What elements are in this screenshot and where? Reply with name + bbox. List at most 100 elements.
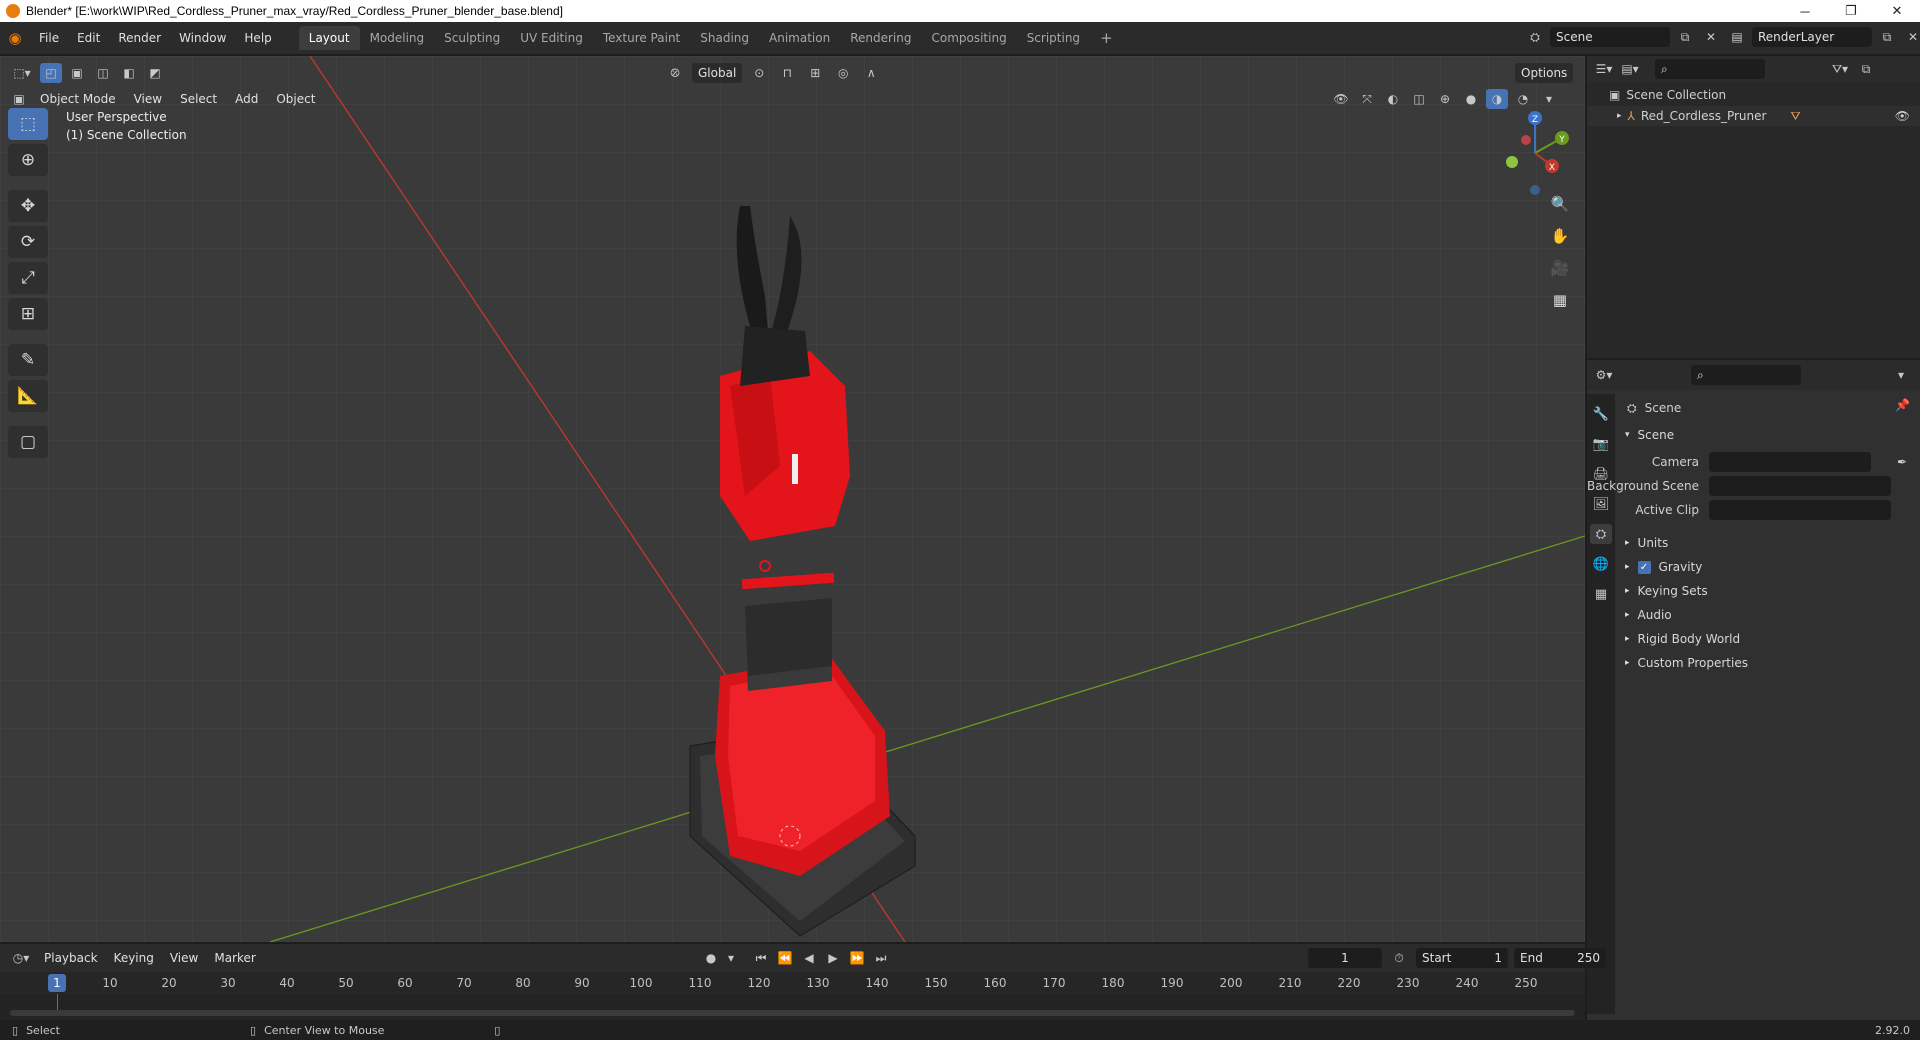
display-mode-icon[interactable]: ▤▾ xyxy=(1619,59,1641,79)
ortho-toggle-icon[interactable]: ▦ xyxy=(1546,288,1574,312)
timeline-ruler[interactable]: 1 10 20 30 40 50 60 70 80 90 100 110 120… xyxy=(0,972,1585,994)
visibility-icon[interactable]: 👁 xyxy=(1330,89,1352,109)
active-clip-field[interactable] xyxy=(1709,500,1891,520)
tab-rendering[interactable]: Rendering xyxy=(840,26,921,50)
rotate-tool-icon[interactable]: ⟳ xyxy=(8,226,48,258)
pan-hand-icon[interactable]: ✋ xyxy=(1546,224,1574,248)
camera-view-icon[interactable]: 🎥 xyxy=(1546,256,1574,280)
properties-options-icon[interactable]: ▾ xyxy=(1890,365,1912,385)
gizmo-toggle-icon[interactable]: ⤧ xyxy=(1356,89,1378,109)
tool-tab-icon[interactable]: 🔧 xyxy=(1590,404,1612,424)
remove-renderlayer-icon[interactable]: ✕ xyxy=(1902,27,1920,47)
scene-icon[interactable]: ⛭ xyxy=(1524,27,1546,47)
select-mode-new-icon[interactable]: ▣ xyxy=(66,63,88,83)
options-dropdown[interactable]: Options xyxy=(1515,63,1574,83)
end-frame-field[interactable]: End 250 xyxy=(1514,948,1606,968)
select-box-icon[interactable]: ◰ xyxy=(40,63,62,83)
restore-button[interactable]: ❐ xyxy=(1828,0,1874,22)
xray-toggle-icon[interactable]: ◫ xyxy=(1408,89,1430,109)
scene-panel-header[interactable]: ▾ Scene xyxy=(1625,424,1674,446)
view-menu[interactable]: View xyxy=(126,88,170,110)
timeline-view-menu[interactable]: View xyxy=(162,947,206,969)
object-mode-icon[interactable]: ▣ xyxy=(8,89,30,109)
current-frame-field[interactable]: 1 xyxy=(1308,948,1382,968)
tab-scripting[interactable]: Scripting xyxy=(1017,26,1090,50)
camera-field[interactable] xyxy=(1709,452,1871,472)
menu-render[interactable]: Render xyxy=(109,26,170,50)
minimize-button[interactable]: ─ xyxy=(1782,0,1828,22)
solid-shading-icon[interactable]: ● xyxy=(1460,89,1482,109)
properties-search-icon[interactable]: ⌕ xyxy=(1691,365,1801,385)
auto-keying-icon[interactable]: ● xyxy=(700,948,722,968)
transform-tool-icon[interactable]: ⊞ xyxy=(8,298,48,330)
tab-layout[interactable]: Layout xyxy=(298,26,360,50)
background-scene-field[interactable] xyxy=(1709,476,1891,496)
eyedropper-icon[interactable]: ✒ xyxy=(1897,455,1907,469)
outliner-item-red-cordless-pruner[interactable]: Red_Cordless_Pruner xyxy=(1641,109,1767,123)
add-workspace-button[interactable]: + xyxy=(1090,26,1123,50)
red-cordless-pruner-model[interactable] xyxy=(660,136,920,942)
outliner-editor-type-icon[interactable]: ☰▾ xyxy=(1593,59,1615,79)
snap-icon[interactable]: ⊓ xyxy=(776,63,798,83)
falloff-icon[interactable]: ∧ xyxy=(860,63,882,83)
tab-shading[interactable]: Shading xyxy=(690,26,759,50)
eye-icon[interactable]: 👁 xyxy=(1895,109,1910,123)
clock-icon[interactable]: ⏱ xyxy=(1388,948,1410,968)
add-menu[interactable]: Add xyxy=(227,88,266,110)
overlay-toggle-icon[interactable]: ◐ xyxy=(1382,89,1404,109)
start-frame-field[interactable]: Start 1 xyxy=(1416,948,1508,968)
remove-scene-icon[interactable]: ✕ xyxy=(1700,27,1722,47)
select-menu[interactable]: Select xyxy=(172,88,225,110)
jump-end-icon[interactable]: ⏭ xyxy=(870,948,892,968)
outliner-search-icon[interactable]: ⌕ xyxy=(1655,59,1765,79)
keying-options-icon[interactable]: ▾ xyxy=(724,948,738,968)
marker-menu[interactable]: Marker xyxy=(206,947,263,969)
properties-editor-type-icon[interactable]: ⚙▾ xyxy=(1593,365,1615,385)
close-button[interactable]: ✕ xyxy=(1874,0,1920,22)
blender-menu-icon[interactable]: ◉ xyxy=(0,28,30,48)
pivot-point-icon[interactable]: ⊙ xyxy=(748,63,770,83)
gravity-checkbox[interactable]: ✓ xyxy=(1637,560,1651,574)
proportional-edit-icon[interactable]: ◎ xyxy=(832,63,854,83)
play-icon[interactable]: ▶ xyxy=(822,948,844,968)
timeline-editor-type-icon[interactable]: ◷▾ xyxy=(6,948,36,968)
audio-panel[interactable]: ▸ Audio xyxy=(1625,604,1672,626)
3d-viewport[interactable]: ⬚▾ ◰ ▣ ◫ ◧ ◩ ⦼ Global ⊙ ⊓ ⊞ ◎ ∧ Options … xyxy=(0,56,1585,942)
select-mode-extend-icon[interactable]: ◫ xyxy=(92,63,114,83)
select-mode-subtract-icon[interactable]: ◧ xyxy=(118,63,140,83)
cursor-tool-icon[interactable]: ⊕ xyxy=(8,144,48,176)
object-menu[interactable]: Object xyxy=(268,88,323,110)
gravity-panel[interactable]: ▸ ✓ Gravity xyxy=(1625,556,1702,578)
snap-target-icon[interactable]: ⊞ xyxy=(804,63,826,83)
menu-help[interactable]: Help xyxy=(235,26,280,50)
rigid-body-world-panel[interactable]: ▸ Rigid Body World xyxy=(1625,628,1740,650)
jump-keyframe-forward-icon[interactable]: ⏩ xyxy=(846,948,868,968)
new-scene-icon[interactable]: ⧉ xyxy=(1674,27,1696,47)
tab-modeling[interactable]: Modeling xyxy=(360,26,435,50)
units-panel[interactable]: ▸ Units xyxy=(1625,532,1668,554)
wireframe-shading-icon[interactable]: ⊕ xyxy=(1434,89,1456,109)
keying-menu[interactable]: Keying xyxy=(106,947,162,969)
move-tool-icon[interactable]: ✥ xyxy=(8,190,48,222)
tab-compositing[interactable]: Compositing xyxy=(921,26,1016,50)
timeline-scrollbar[interactable] xyxy=(10,1010,1575,1016)
menu-window[interactable]: Window xyxy=(170,26,235,50)
transform-orientation-icon[interactable]: ⦼ xyxy=(664,63,686,83)
zoom-icon[interactable]: 🔍 xyxy=(1546,192,1574,216)
menu-edit[interactable]: Edit xyxy=(68,26,109,50)
select-mode-invert-icon[interactable]: ◩ xyxy=(144,63,166,83)
world-tab-icon[interactable]: 🌐 xyxy=(1590,554,1612,574)
transform-orientation-dropdown[interactable]: Global xyxy=(692,63,743,83)
shading-options-icon[interactable]: ▾ xyxy=(1538,89,1560,109)
add-cube-tool-icon[interactable]: ▢ xyxy=(8,426,48,458)
measure-tool-icon[interactable]: 📐 xyxy=(8,380,48,412)
navigation-gizmo[interactable]: Z Y X xyxy=(1490,108,1580,198)
scene-field[interactable]: Scene xyxy=(1550,27,1670,47)
expand-arrow-icon[interactable]: ▸ xyxy=(1617,111,1622,121)
renderlayer-field[interactable]: RenderLayer xyxy=(1752,27,1872,47)
renderlayer-icon[interactable]: ▤ xyxy=(1726,27,1748,47)
annotate-tool-icon[interactable]: ✎ xyxy=(8,344,48,376)
play-reverse-icon[interactable]: ◀ xyxy=(798,948,820,968)
custom-properties-panel[interactable]: ▸ Custom Properties xyxy=(1625,652,1748,674)
playback-menu[interactable]: Playback xyxy=(36,947,106,969)
